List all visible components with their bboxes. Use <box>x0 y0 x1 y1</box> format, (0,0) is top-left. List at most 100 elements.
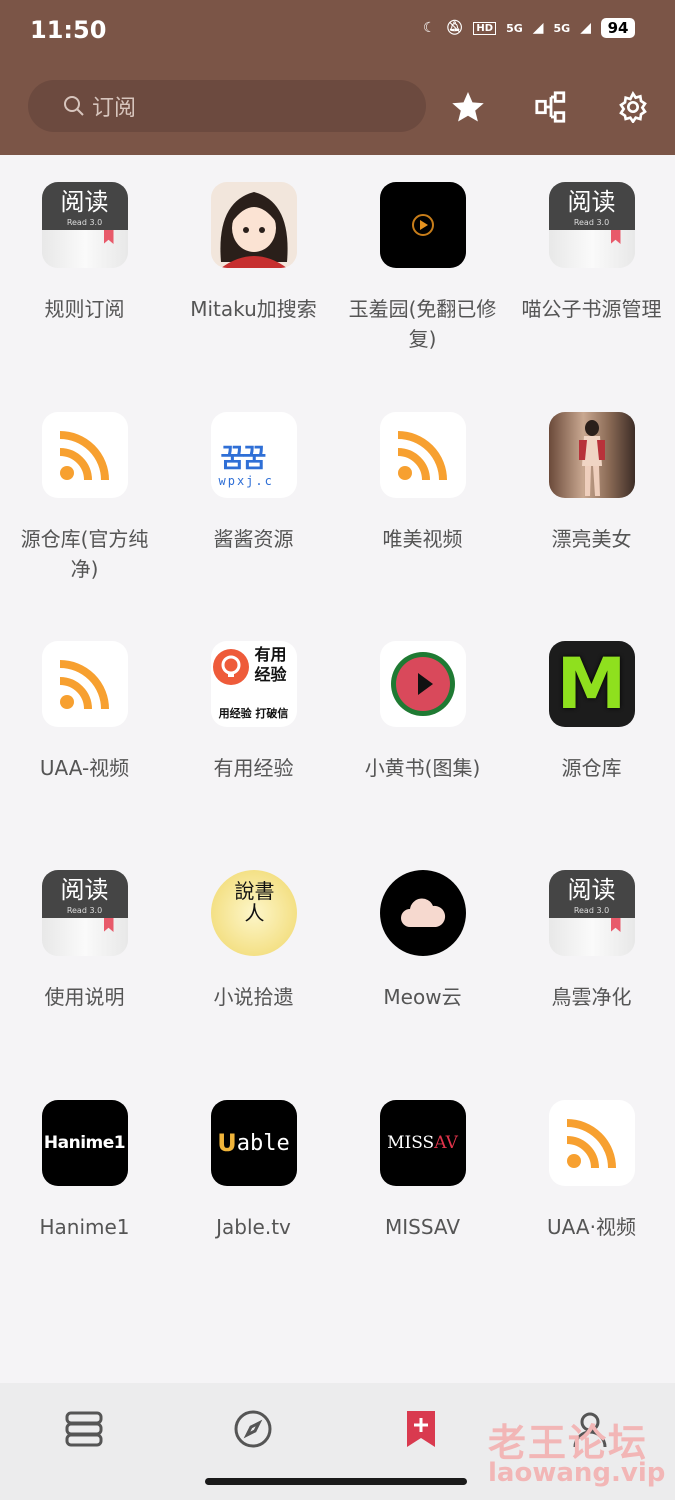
settings-button[interactable] <box>615 89 651 125</box>
status-icons: ☾ 🔕︎ HD 5G ◢ 5G ◢ 94 <box>423 18 635 38</box>
m-letter-icon: M <box>548 641 635 727</box>
top-header: 11:50 ☾ 🔕︎ HD 5G ◢ 5G ◢ 94 订阅 <box>0 0 675 155</box>
rss-icon <box>548 1100 635 1186</box>
search-icon <box>64 96 84 116</box>
read-sub: Read 3.0 <box>66 218 103 227</box>
anime-girl-avatar <box>210 182 297 268</box>
gesture-handle[interactable] <box>205 1478 467 1485</box>
read-sub: Read 3.0 <box>66 906 103 915</box>
nav-subscription[interactable] <box>397 1407 445 1451</box>
read-sub: Read 3.0 <box>573 218 610 227</box>
bookshelf-icon <box>65 1411 103 1447</box>
wpxj-logo: 꿈꿈 wpxj.c <box>210 412 297 498</box>
grid-item[interactable]: 說書人 小说拾遗 <box>169 870 338 1012</box>
missav-logo: MISS AV <box>379 1100 466 1186</box>
grid-item-label: Jable.tv <box>216 1215 291 1239</box>
nav-discover[interactable] <box>229 1407 277 1451</box>
grid-item[interactable]: U able Jable.tv <box>169 1100 338 1242</box>
shuoshuren-logo: 說書人 <box>210 870 297 956</box>
read-app-icon: 阅读 Read 3.0 <box>548 870 635 956</box>
grid-item-label: 使用说明 <box>44 985 125 1009</box>
grid-item-label: 漂亮美女 <box>551 527 632 551</box>
grid-item[interactable]: 小黄书(图集) <box>338 641 507 783</box>
grid-item[interactable]: Hanime1 Hanime1 <box>0 1100 169 1242</box>
read-app-icon: 阅读 Read 3.0 <box>41 870 128 956</box>
grid-item-label: 酱酱资源 <box>213 527 294 551</box>
rss-icon <box>379 412 466 498</box>
bookmark-add-icon <box>407 1411 435 1447</box>
youyong-logo: 有用 经验 用经验 打破信 <box>210 641 297 727</box>
search-bar[interactable]: 订阅 <box>28 80 426 132</box>
hanime-text: Hanime1 <box>43 1133 126 1153</box>
missav-text-1: MISS <box>387 1133 435 1153</box>
grid-item[interactable]: 阅读 Read 3.0 使用说明 <box>0 870 169 1012</box>
grid-item[interactable]: 阅读 Read 3.0 规则订阅 <box>0 182 169 324</box>
missav-text-2: AV <box>434 1133 458 1153</box>
grid-item[interactable]: 源仓库(官方纯净) <box>0 412 169 584</box>
grid-item[interactable]: MISS AV MISSAV <box>338 1100 507 1242</box>
grid-item-label: 规则订阅 <box>44 297 125 321</box>
grid-item[interactable]: UAA·视频 <box>507 1100 675 1242</box>
signal-1: 5G <box>506 21 523 35</box>
grid-item-label: MISSAV <box>385 1215 460 1239</box>
gear-icon <box>619 91 647 123</box>
watermark-url: laowang.vip <box>488 1458 666 1488</box>
m-letter: M <box>556 643 627 725</box>
grid-item-label: 有用经验 <box>213 756 294 780</box>
status-time: 11:50 <box>30 16 107 44</box>
grid-item-label: UAA·视频 <box>547 1215 636 1239</box>
cloud-icon <box>379 870 466 956</box>
group-button[interactable] <box>533 89 569 125</box>
grid-item[interactable]: 꿈꿈 wpxj.c 酱酱资源 <box>169 412 338 554</box>
grid-item[interactable]: M 源仓库 <box>507 641 675 783</box>
grid-item-label: 鳥雲净化 <box>551 985 632 1009</box>
grid-item[interactable]: 唯美视频 <box>338 412 507 554</box>
grid-item-label: 源仓库 <box>561 756 622 780</box>
grid-item[interactable]: UAA-视频 <box>0 641 169 783</box>
grid-item-label: Meow云 <box>383 985 462 1009</box>
signal-bars-icon: ◢ <box>532 20 544 36</box>
signal-2: 5G <box>553 21 571 35</box>
signal-bars-icon: ◢ <box>580 20 591 36</box>
youyong-text-1: 有用 <box>254 645 287 664</box>
nav-bookshelf[interactable] <box>60 1407 108 1451</box>
compass-icon <box>234 1410 272 1448</box>
grid-item-label: Mitaku加搜索 <box>190 297 317 321</box>
shuo-text: 說書人 <box>234 879 275 925</box>
grid-item[interactable]: Meow云 <box>338 870 507 1012</box>
battery-indicator: 94 <box>601 18 635 38</box>
grid-item[interactable]: 阅读 Read 3.0 鳥雲净化 <box>507 870 675 1012</box>
grid-item-label: 小黄书(图集) <box>364 756 481 780</box>
grid-item-label: 唯美视频 <box>382 527 463 551</box>
favorite-button[interactable] <box>450 89 486 125</box>
grid-item-label: 源仓库(官方纯净) <box>20 527 149 581</box>
grid-item[interactable]: 有用 经验 用经验 打破信 有用经验 <box>169 641 338 783</box>
grid-item-label: Hanime1 <box>39 1215 130 1239</box>
bell-off-icon: 🔕︎ <box>445 20 464 36</box>
star-icon <box>452 92 484 122</box>
grid-item-label: 玉羞园(免翻已修复) <box>348 297 497 351</box>
grid-item[interactable]: 玉羞园(免翻已修复) <box>338 182 507 354</box>
moon-icon: ☾ <box>423 20 436 36</box>
grid-item-label: 小说拾遗 <box>213 985 294 1009</box>
hd-icon: HD <box>473 21 497 35</box>
youyong-text-3: 用经验 打破信 <box>218 707 289 720</box>
grid-item[interactable]: 阅读 Read 3.0 喵公子书源管理 <box>507 182 675 324</box>
play-dot-icon <box>379 182 466 268</box>
jable-text: able <box>236 1130 290 1156</box>
grid-item[interactable]: Mitaku加搜索 <box>169 182 338 324</box>
hierarchy-icon <box>535 91 566 123</box>
grid-item-label: UAA-视频 <box>39 756 130 780</box>
wpxj-text: wpxj.c <box>218 474 274 488</box>
jable-logo: U able <box>210 1100 297 1186</box>
read-sub: Read 3.0 <box>573 906 610 915</box>
watermelon-play-icon <box>379 641 466 727</box>
photo-thumbnail <box>548 412 635 498</box>
grid-item[interactable]: 漂亮美女 <box>507 412 675 554</box>
grid-item-label: 喵公子书源管理 <box>521 297 662 321</box>
rss-icon <box>41 641 128 727</box>
hanime-logo: Hanime1 <box>41 1100 128 1186</box>
search-placeholder: 订阅 <box>92 96 137 121</box>
read-app-icon: 阅读 Read 3.0 <box>548 182 635 268</box>
rss-icon <box>41 412 128 498</box>
